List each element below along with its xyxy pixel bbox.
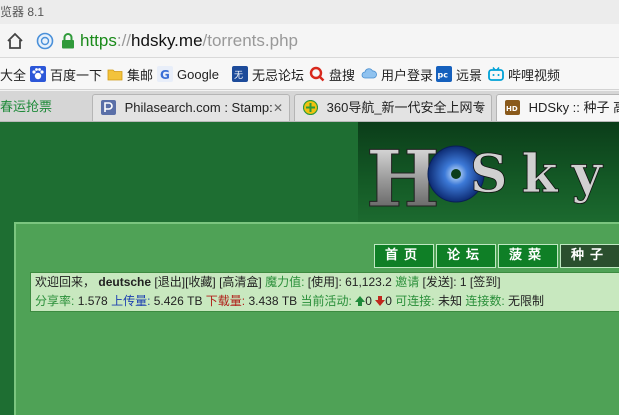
url-scheme: https [80, 31, 117, 50]
site-info-icon[interactable] [36, 32, 54, 50]
bookmark-label: Google [177, 66, 219, 82]
bilibili-tv-icon [488, 67, 504, 81]
connections-value: 无限制 [508, 294, 545, 308]
tab-label: HDSky :: 种子 高清 [528, 100, 619, 115]
address-bar-row: https://hdsky.me/torrents.php [0, 24, 619, 58]
tab-chunyun[interactable]: 春运抢票 [0, 94, 88, 121]
bookmarks-bar: 大全 百度一下 集邮 G Google 无 无忌论坛 盘搜 用户登录 pc 远景… [0, 58, 619, 90]
site-logo[interactable]: H Sky [358, 122, 619, 226]
connectable-value: 未知 [437, 294, 462, 308]
nav-home[interactable]: 首页 [374, 244, 434, 268]
url-host: hdsky.me [131, 31, 203, 50]
svg-text:pc: pc [438, 71, 449, 80]
welcome-text: 欢迎回来， [35, 275, 96, 289]
user-info-row: 欢迎回来， deutsche [退出][收藏] [高清盒] 魔力值: [使用]:… [35, 273, 619, 292]
download-label: 下载量: [205, 294, 246, 308]
philasearch-icon [101, 100, 116, 115]
tab-philasearch[interactable]: Philasearch.com : Stamp: ✕ [92, 94, 290, 121]
bookmark-pansou[interactable]: 盘搜 [309, 65, 355, 83]
svg-text:无: 无 [234, 70, 243, 81]
bookmark-user-login[interactable]: 用户登录 [361, 65, 433, 83]
bookmark-google[interactable]: G Google [157, 65, 219, 83]
tab-label: 春运抢票 [0, 99, 53, 114]
lock-icon [62, 33, 74, 49]
bookmark-wuji-forum[interactable]: 无 无忌论坛 [232, 65, 304, 83]
bookmark-label: 大全 [0, 67, 27, 83]
site-nav: 首页 论坛 菠菜 种子 [374, 244, 619, 268]
url-separator: :// [116, 31, 132, 50]
home-icon[interactable] [6, 32, 24, 50]
bookmark-baidu[interactable]: 百度一下 [30, 65, 102, 83]
cloud-icon [361, 68, 377, 79]
ratio-value: 1.578 [77, 294, 108, 308]
google-icon: G [157, 66, 173, 82]
bookmark-label: 无忌论坛 [252, 67, 305, 83]
window-title: 览器 8.1 [0, 0, 619, 24]
leeching-arrow-icon [375, 296, 386, 306]
hdsky-icon: HD [505, 100, 520, 115]
url-field[interactable]: https://hdsky.me/torrents.php [80, 31, 298, 51]
logout-link[interactable]: [退出] [154, 275, 185, 289]
baidu-paw-icon [30, 66, 46, 82]
leeching-count: 0 [385, 294, 392, 308]
magic-label: 魔力值: [265, 275, 305, 289]
bookmark-label: 用户登录 [381, 67, 434, 83]
seeding-count: 0 [365, 294, 372, 308]
bookmark-yuanjing[interactable]: pc 远景 [436, 65, 482, 83]
folder-icon [107, 69, 123, 81]
tab-label: Philasearch.com : Stamp: [124, 100, 273, 115]
invite-label: 邀请 [395, 275, 420, 289]
search-q-icon [309, 66, 325, 82]
bookmark-bilibili[interactable]: 哔哩视频 [488, 65, 560, 83]
page-content: H Sky 首页 论坛 菠菜 种子 欢迎回来， deutsche [退出][收藏… [0, 122, 619, 415]
tab-label: 360导航_新一代安全上网专 [326, 100, 486, 115]
magic-use-link[interactable]: [使用] [308, 275, 339, 289]
user-stats-row: 分享率: 1.578 上传量: 5.426 TB 下载量: 3.438 TB 当… [35, 292, 619, 311]
nav-bocai[interactable]: 菠菜 [498, 244, 558, 268]
tab-hdsky[interactable]: HD HDSky :: 种子 高清 [496, 94, 619, 121]
bookmark-label: 哔哩视频 [508, 67, 561, 83]
url-path: /torrents.php [202, 31, 298, 50]
favorites-link[interactable]: [收藏] [185, 275, 216, 289]
tab-strip: 春运抢票 Philasearch.com : Stamp: ✕ 360导航_新一… [0, 91, 619, 122]
invite-value: : 1 [453, 275, 467, 289]
360-icon [303, 100, 318, 115]
seeding-arrow-icon [355, 296, 366, 306]
bookmark-label: 百度一下 [50, 67, 103, 83]
main-panel: 首页 论坛 菠菜 种子 欢迎回来， deutsche [退出][收藏] [高清盒… [14, 222, 619, 415]
bookmark-daquan[interactable]: 大全 [0, 65, 26, 83]
download-value: 3.438 TB [248, 294, 298, 308]
connections-label: 连接数: [465, 294, 505, 308]
connectable-label: 可连接: [395, 294, 435, 308]
svg-text:Sky: Sky [470, 144, 616, 205]
username-link[interactable]: deutsche [98, 275, 151, 289]
close-icon[interactable]: ✕ [475, 95, 485, 121]
invite-send-link[interactable]: [发送] [423, 275, 454, 289]
upload-value: 5.426 TB [153, 294, 203, 308]
svg-text:HD: HD [506, 105, 518, 113]
nav-forum[interactable]: 论坛 [436, 244, 496, 268]
bookmark-jiyou[interactable]: 集邮 [107, 65, 153, 83]
hdbox-link[interactable]: [高清盒] [219, 275, 262, 289]
pc-icon: pc [436, 66, 452, 82]
svg-text:G: G [160, 68, 170, 82]
bookmark-label: 集邮 [127, 67, 154, 83]
forum-icon: 无 [232, 66, 248, 82]
nav-torrents[interactable]: 种子 [560, 244, 619, 268]
bookmark-label: 远景 [456, 67, 483, 83]
upload-label: 上传量: [111, 294, 151, 308]
bookmark-label: 盘搜 [329, 67, 356, 83]
magic-value: : 61,123.2 [338, 275, 392, 289]
ratio-label: 分享率: [35, 294, 75, 308]
hdsky-logo-icon: H Sky [366, 134, 616, 226]
tab-360-nav[interactable]: 360导航_新一代安全上网专 ✕ [294, 94, 492, 121]
signin-link[interactable]: [签到] [470, 275, 501, 289]
user-info-box: 欢迎回来， deutsche [退出][收藏] [高清盒] 魔力值: [使用]:… [30, 272, 619, 312]
close-icon[interactable]: ✕ [273, 95, 283, 121]
active-label: 当前活动: [300, 294, 352, 308]
